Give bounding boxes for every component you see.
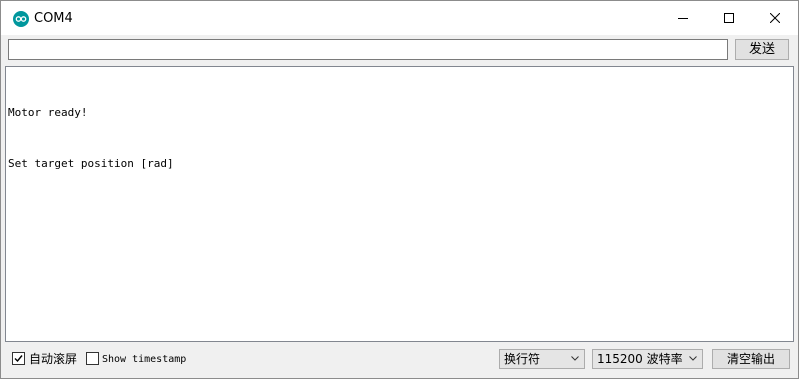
clear-output-button[interactable]: 清空输出 [712,349,790,369]
line-ending-select[interactable]: 换行符 [499,349,585,369]
close-button[interactable] [752,1,798,35]
arduino-logo-icon [13,11,29,27]
baud-rate-select[interactable]: 115200 波特率 [592,349,703,369]
autoscroll-checkbox[interactable] [12,352,25,365]
baud-rate-value: 115200 波特率 [597,352,683,366]
checkmark-icon [14,355,23,363]
send-bar: 发送 [1,35,798,65]
maximize-button[interactable] [706,1,752,35]
timestamp-checkbox[interactable] [86,352,99,365]
output-text: Motor ready! Set target position [rad] [8,70,174,206]
window-title: COM4 [34,11,73,26]
minimize-button[interactable] [660,1,706,35]
send-input[interactable] [8,39,728,60]
serial-output-area[interactable]: Motor ready! Set target position [rad] [5,66,794,342]
minimize-icon [678,18,688,19]
title-bar[interactable]: COM4 [1,1,798,35]
autoscroll-label[interactable]: 自动滚屏 [29,351,77,367]
output-line: Set target position [rad] [8,157,174,170]
close-icon [770,13,780,23]
timestamp-label[interactable]: Show timestamp [102,352,186,368]
line-ending-value: 换行符 [504,352,541,366]
maximize-icon [724,13,734,23]
output-line: Motor ready! [8,106,88,119]
chevron-down-icon [571,356,579,361]
chevron-down-icon [689,356,697,361]
send-button[interactable]: 发送 [735,39,789,60]
serial-monitor-window: COM4 发送 Motor ready! Set target position… [0,0,799,379]
bottom-bar: 自动滚屏 Show timestamp 换行符 115200 波特率 清空输出 [1,343,798,378]
